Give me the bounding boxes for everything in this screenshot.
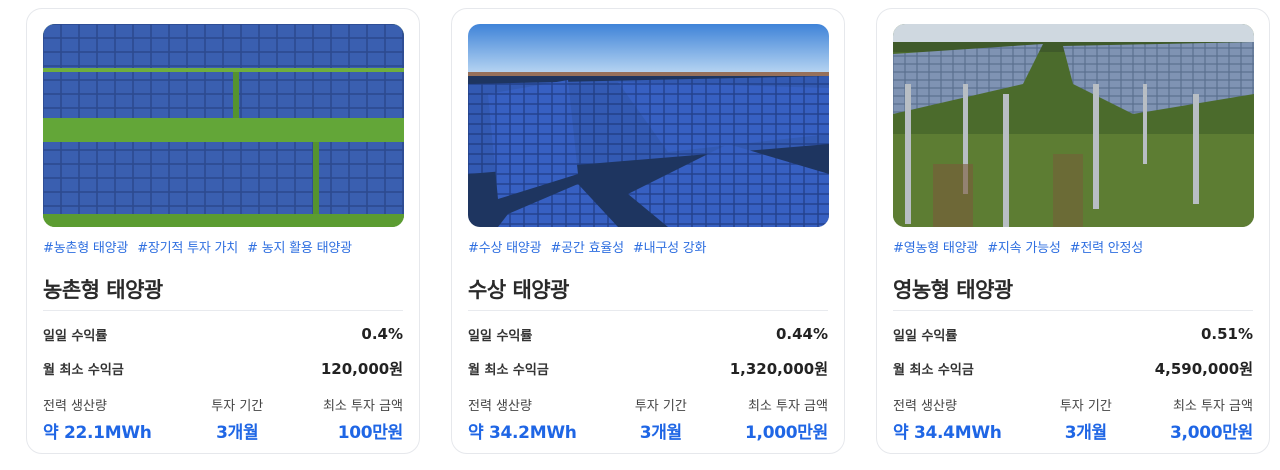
min-invest-value: 3,000만원	[1170, 423, 1253, 443]
tag-list: #영농형 태양광 #지속 가능성 #전력 안정성	[893, 237, 1253, 257]
monthly-min-row: 월 최소 수익금 1,320,000원	[468, 351, 828, 385]
period-value: 3개월	[1064, 423, 1108, 443]
card-title: 농촌형 태양광	[43, 278, 163, 302]
min-invest-label: 최소 투자 금액	[322, 399, 403, 414]
period-stat: 투자 기간 3개월	[211, 395, 263, 443]
monthly-min-label: 월 최소 수익금	[468, 362, 549, 378]
power-value: 약 34.4MWh	[893, 423, 1002, 443]
period-stat: 투자 기간 3개월	[1060, 395, 1112, 443]
min-invest-stat: 최소 투자 금액 1,000만원	[745, 395, 828, 443]
monthly-min-row: 월 최소 수익금 120,000원	[43, 351, 403, 385]
daily-rate-value: 0.4%	[361, 325, 403, 343]
daily-rate-label: 일일 수익률	[893, 328, 958, 344]
tag[interactable]: #농촌형 태양광	[43, 237, 128, 257]
farmland-solar-photo	[43, 24, 404, 227]
power-value: 약 22.1MWh	[43, 423, 152, 443]
period-label: 투자 기간	[634, 399, 687, 414]
product-card-floating-solar[interactable]: #수상 태양광 #공간 효율성 #내구성 강화 수상 태양광 일일 수익률 0.…	[451, 8, 845, 454]
power-label: 전력 생산량	[468, 399, 532, 414]
tag[interactable]: #영농형 태양광	[893, 237, 978, 257]
card-title: 영농형 태양광	[893, 278, 1013, 302]
tag[interactable]: #장기적 투자 가치	[137, 237, 238, 257]
monthly-min-value: 120,000원	[320, 359, 403, 378]
monthly-min-value: 1,320,000원	[729, 359, 828, 378]
min-invest-label: 최소 투자 금액	[1172, 399, 1253, 414]
monthly-min-row: 월 최소 수익금 4,590,000원	[893, 351, 1253, 385]
daily-rate-row: 일일 수익률 0.51%	[893, 317, 1253, 351]
min-invest-value: 100만원	[337, 423, 404, 443]
min-invest-label: 최소 투자 금액	[747, 399, 828, 414]
divider	[893, 310, 1253, 311]
agrivoltaic-solar-photo	[893, 24, 1254, 227]
tag[interactable]: #지속 가능성	[987, 237, 1061, 257]
min-invest-stat: 최소 투자 금액 3,000만원	[1170, 395, 1253, 443]
min-invest-stat: 최소 투자 금액 100만원	[323, 395, 403, 443]
floating-solar-photo	[468, 24, 829, 227]
tag[interactable]: #공간 효율성	[550, 237, 624, 257]
period-value: 3개월	[216, 423, 259, 443]
daily-rate-label: 일일 수익률	[43, 328, 108, 344]
tag[interactable]: #내구성 강화	[633, 237, 707, 257]
stats-row: 전력 생산량 약 22.1MWh 투자 기간 3개월 최소 투자 금액 100만…	[43, 395, 403, 443]
divider	[468, 310, 828, 311]
daily-rate-row: 일일 수익률 0.4%	[43, 317, 403, 351]
stats-row: 전력 생산량 약 34.2MWh 투자 기간 3개월 최소 투자 금액 1,00…	[468, 395, 828, 443]
monthly-min-value: 4,590,000원	[1154, 359, 1253, 378]
period-value: 3개월	[639, 423, 683, 443]
product-card-list: #농촌형 태양광 #장기적 투자 가치 # 농지 활용 태양광 농촌형 태양광 …	[0, 0, 1280, 470]
power-label: 전력 생산량	[43, 399, 107, 414]
period-label: 투자 기간	[1059, 399, 1112, 414]
daily-rate-value: 0.51%	[1200, 325, 1253, 343]
daily-rate-row: 일일 수익률 0.44%	[468, 317, 828, 351]
tag-list: #농촌형 태양광 #장기적 투자 가치 # 농지 활용 태양광	[43, 237, 403, 257]
daily-rate-label: 일일 수익률	[468, 328, 533, 344]
power-stat: 전력 생산량 약 22.1MWh	[43, 395, 152, 443]
monthly-min-label: 월 최소 수익금	[893, 362, 974, 378]
divider	[43, 310, 403, 311]
power-stat: 전력 생산량 약 34.2MWh	[468, 395, 577, 443]
card-title: 수상 태양광	[468, 278, 569, 302]
tag[interactable]: #전력 안정성	[1070, 237, 1144, 257]
period-label: 투자 기간	[211, 399, 264, 414]
monthly-min-label: 월 최소 수익금	[43, 362, 124, 378]
period-stat: 투자 기간 3개월	[635, 395, 687, 443]
product-card-agrivoltaic-solar[interactable]: #영농형 태양광 #지속 가능성 #전력 안정성 영농형 태양광 일일 수익률 …	[876, 8, 1270, 454]
min-invest-value: 1,000만원	[745, 423, 828, 443]
power-stat: 전력 생산량 약 34.4MWh	[893, 395, 1002, 443]
product-card-rural-solar[interactable]: #농촌형 태양광 #장기적 투자 가치 # 농지 활용 태양광 농촌형 태양광 …	[26, 8, 420, 454]
tag[interactable]: #수상 태양광	[468, 237, 542, 257]
power-value: 약 34.2MWh	[468, 423, 577, 443]
tag-list: #수상 태양광 #공간 효율성 #내구성 강화	[468, 237, 828, 257]
tag[interactable]: # 농지 활용 태양광	[247, 237, 352, 257]
stats-row: 전력 생산량 약 34.4MWh 투자 기간 3개월 최소 투자 금액 3,00…	[893, 395, 1253, 443]
daily-rate-value: 0.44%	[775, 325, 828, 343]
power-label: 전력 생산량	[893, 399, 957, 414]
